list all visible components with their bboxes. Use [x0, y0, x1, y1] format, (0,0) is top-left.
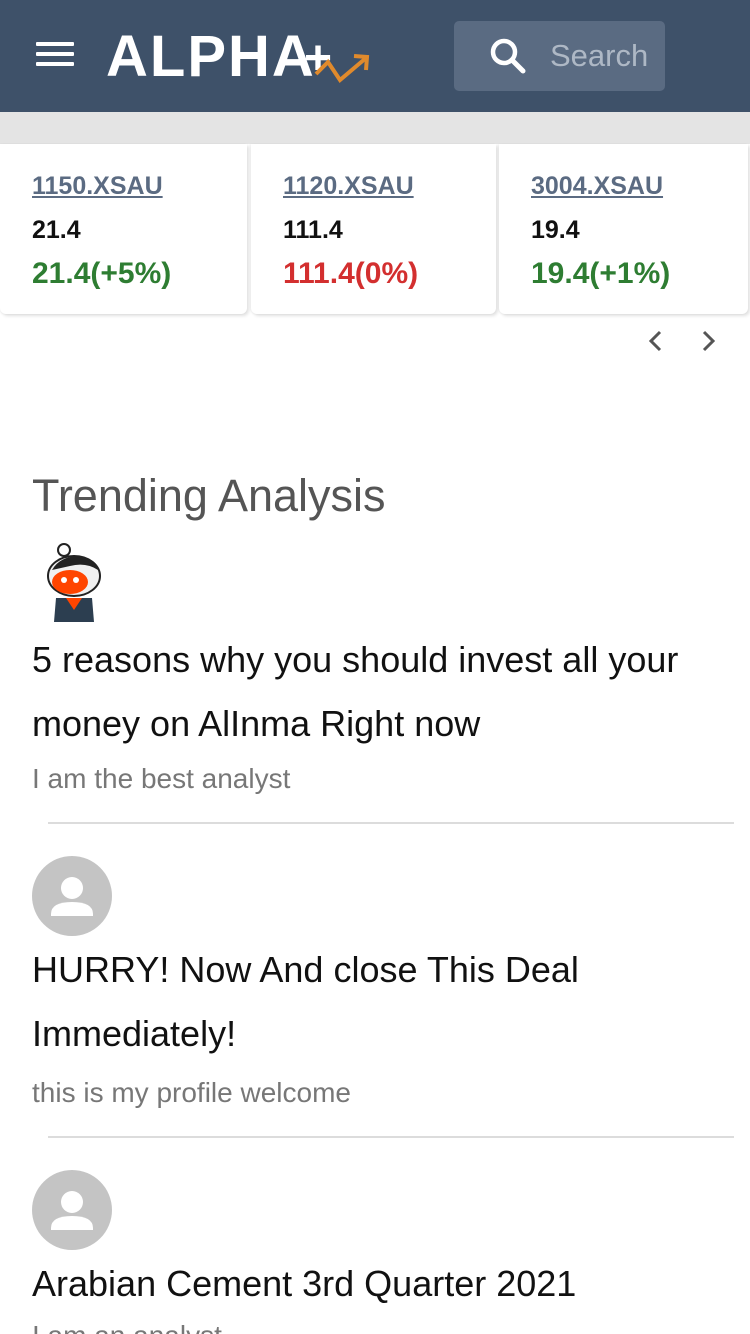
ticker-symbol-link[interactable]: 1150.XSAU [32, 172, 163, 201]
search-input[interactable] [550, 38, 660, 74]
ticker-price: 111.4 [283, 216, 343, 244]
carousel-prev-chevron-left-icon[interactable] [641, 326, 671, 356]
search-icon [490, 38, 526, 74]
ticker-price: 19.4 [531, 216, 580, 244]
svg-text:+: + [304, 32, 332, 85]
post-title[interactable]: 5 reasons why you should invest all your… [32, 628, 722, 756]
default-avatar[interactable] [32, 856, 112, 936]
ticker-card[interactable]: 1120.XSAU 111.4 111.4(0%) [251, 144, 496, 314]
ticker-symbol-link[interactable]: 1120.XSAU [283, 172, 414, 201]
carousel-next-chevron-right-icon[interactable] [693, 326, 723, 356]
ticker-symbol-link[interactable]: 3004.XSAU [531, 172, 663, 201]
post-author-bio: I am an analyst [32, 1320, 222, 1334]
ticker-change: 111.4(0%) [283, 257, 419, 290]
app-header: ALPHA + [0, 0, 750, 112]
ticker-price: 21.4 [32, 216, 81, 244]
alpha-plus-logo[interactable]: ALPHA + [104, 22, 374, 90]
list-divider [48, 1136, 734, 1138]
search-bar[interactable] [454, 21, 665, 91]
section-title: Trending Analysis [32, 470, 386, 521]
svg-text:ALPHA: ALPHA [106, 24, 316, 89]
post-author-bio: this is my profile welcome [32, 1077, 351, 1108]
hamburger-menu-icon[interactable] [36, 42, 76, 72]
post-title[interactable]: Arabian Cement 3rd Quarter 2021 [32, 1252, 722, 1316]
ticker-card[interactable]: 1150.XSAU 21.4 21.4(+5%) [0, 144, 247, 314]
post-title[interactable]: HURRY! Now And close This Deal Immediate… [32, 938, 722, 1066]
ticker-change: 19.4(+1%) [531, 257, 671, 290]
default-avatar[interactable] [32, 1170, 112, 1250]
person-icon [51, 1191, 93, 1230]
ticker-band-background [0, 112, 750, 144]
ticker-card[interactable]: 3004.XSAU 19.4 19.4(+1%) [499, 144, 748, 314]
post-author-bio: I am the best analyst [32, 763, 291, 794]
person-icon [51, 877, 93, 916]
list-divider [48, 822, 734, 824]
ticker-carousel: 1150.XSAU 21.4 21.4(+5%) 1120.XSAU 111.4… [0, 144, 750, 314]
ticker-change: 21.4(+5%) [32, 257, 172, 290]
analyst-avatar-mascot-icon[interactable] [40, 540, 108, 624]
